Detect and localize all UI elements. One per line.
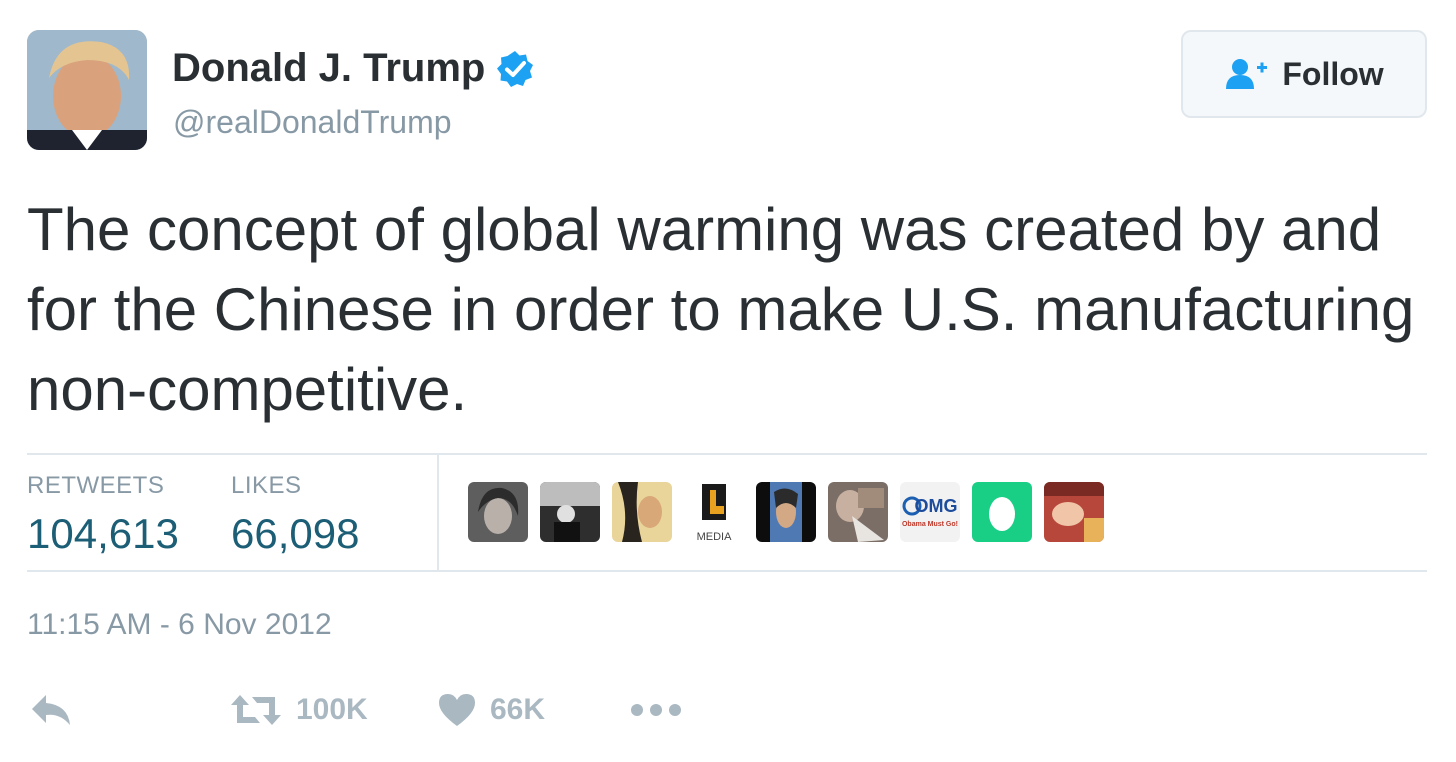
- reply-icon: [32, 695, 70, 725]
- liker-avatar-9[interactable]: [1044, 482, 1104, 542]
- more-button[interactable]: [630, 688, 682, 732]
- liker-avatar-5[interactable]: [756, 482, 816, 542]
- heart-icon: [439, 694, 475, 726]
- author-name-text[interactable]: Donald J. Trump: [172, 46, 485, 91]
- follow-button-label: Follow: [1282, 55, 1384, 92]
- divider-top: [27, 453, 1427, 455]
- retweets-count: 104,613: [27, 510, 179, 557]
- liker-avatar-8-image: [972, 482, 1032, 542]
- reply-button[interactable]: [30, 688, 74, 732]
- retweet-count: 100K: [296, 693, 368, 726]
- retweet-icon: [231, 695, 281, 725]
- likes-stat[interactable]: LIKES 66,098: [231, 472, 359, 558]
- liker-avatar-6-image: [828, 482, 888, 542]
- add-user-icon: [1226, 59, 1268, 89]
- liker-avatar-7-image: OMG Obama Must Go!: [900, 482, 960, 542]
- author-name[interactable]: Donald J. Trump: [172, 46, 535, 91]
- liker-avatars: MEDIA OMG Obama Must Go!: [468, 482, 1116, 542]
- avatar-image: [27, 30, 147, 150]
- like-count: 66K: [490, 693, 546, 726]
- liker-avatar-6[interactable]: [828, 482, 888, 542]
- tweet-text: The concept of global warming was create…: [27, 196, 1415, 423]
- tweet-timestamp[interactable]: 11:15 AM - 6 Nov 2012: [27, 608, 332, 642]
- liker-avatar-7-title: OMG: [915, 496, 958, 516]
- liker-avatar-9-image: [1044, 482, 1104, 542]
- likes-label: LIKES: [231, 472, 302, 499]
- liker-avatar-1[interactable]: [468, 482, 528, 542]
- more-dots-icon: [631, 704, 681, 716]
- liker-avatar-1-image: [468, 482, 528, 542]
- retweets-label: RETWEETS: [27, 472, 165, 499]
- liker-avatar-4-text: MEDIA: [697, 531, 733, 542]
- like-button[interactable]: 66K: [438, 688, 545, 732]
- liker-avatar-5-image: [756, 482, 816, 542]
- liker-avatar-4-image: MEDIA: [684, 482, 744, 542]
- retweets-stat[interactable]: RETWEETS 104,613: [27, 472, 179, 558]
- liker-avatar-7-subtitle: Obama Must Go!: [902, 521, 958, 528]
- retweet-button[interactable]: 100K: [230, 688, 368, 732]
- liker-avatar-7[interactable]: OMG Obama Must Go!: [900, 482, 960, 542]
- likes-count: 66,098: [231, 510, 360, 557]
- stats-divider: [437, 455, 439, 570]
- author-avatar[interactable]: [27, 30, 147, 150]
- liker-avatar-3-image: [612, 482, 672, 542]
- verified-badge-icon: [497, 50, 534, 87]
- divider-bottom: [27, 570, 1427, 572]
- liker-avatar-8[interactable]: [972, 482, 1032, 542]
- author-handle[interactable]: @realDonaldTrump: [173, 104, 452, 141]
- liker-avatar-2[interactable]: [540, 482, 600, 542]
- liker-avatar-2-image: [540, 482, 600, 542]
- liker-avatar-4[interactable]: MEDIA: [684, 482, 744, 542]
- follow-button[interactable]: Follow: [1181, 30, 1427, 118]
- liker-avatar-3[interactable]: [612, 482, 672, 542]
